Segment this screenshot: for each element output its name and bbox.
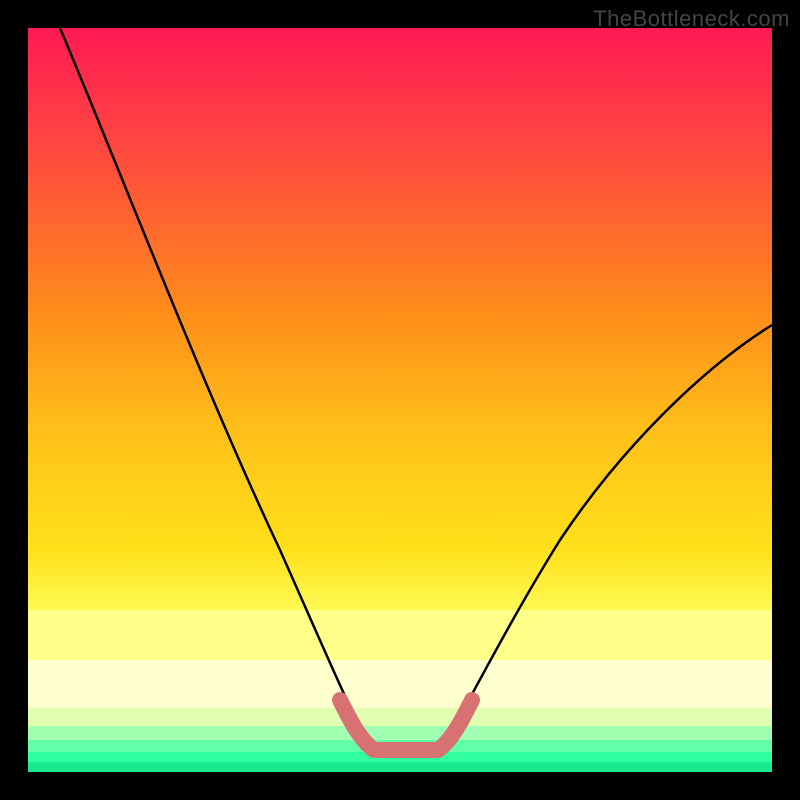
watermark-text: TheBottleneck.com: [593, 6, 790, 32]
band-lightgreen-2: [28, 726, 772, 740]
plot-area: [28, 28, 772, 772]
band-cream: [28, 660, 772, 708]
band-green-3: [28, 762, 772, 772]
band-lightgreen-1: [28, 708, 772, 726]
band-pale-yellow: [28, 610, 772, 660]
chart-svg: [0, 0, 800, 800]
bottleneck-chart: [0, 0, 800, 800]
